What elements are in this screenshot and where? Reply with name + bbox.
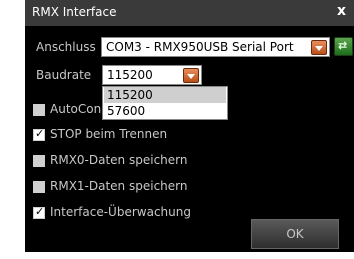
baudrate-dropdown-list: 115200 57600 bbox=[102, 86, 228, 120]
rmx-interface-window: RMX Interface x Anschluss COM3 - RMX950U… bbox=[25, 0, 354, 252]
stop-beim-trennen-checkbox[interactable]: ✓ bbox=[33, 127, 45, 141]
baudrate-option[interactable]: 57600 bbox=[104, 103, 226, 119]
stop-beim-trennen-label: STOP beim Trennen bbox=[50, 127, 168, 141]
rmx1-daten-checkbox[interactable] bbox=[33, 181, 45, 193]
interface-ueberwachung-label: Interface-Überwachung bbox=[50, 205, 191, 219]
checkmark-icon: ✓ bbox=[35, 127, 45, 140]
interface-ueberwachung-checkbox[interactable]: ✓ bbox=[33, 205, 45, 219]
refresh-icon: ⇄ bbox=[338, 39, 348, 52]
baudrate-option[interactable]: 115200 bbox=[104, 87, 226, 103]
anschluss-combobox[interactable]: COM3 - RMX950USB Serial Port bbox=[101, 37, 330, 57]
close-button[interactable]: x bbox=[337, 3, 346, 19]
title-bar[interactable]: RMX Interface x bbox=[25, 0, 354, 26]
anschluss-value: COM3 - RMX950USB Serial Port bbox=[106, 40, 294, 54]
baudrate-label: Baudrate bbox=[36, 68, 92, 82]
chevron-down-icon[interactable] bbox=[183, 68, 199, 83]
autoconnect-checkbox[interactable] bbox=[33, 104, 45, 116]
baudrate-combobox[interactable]: 115200 bbox=[102, 65, 202, 85]
baudrate-value: 115200 bbox=[107, 68, 153, 82]
ok-button[interactable]: OK bbox=[251, 219, 339, 249]
autoconnect-label: AutoConn bbox=[50, 102, 109, 116]
window-title: RMX Interface bbox=[32, 5, 117, 19]
refresh-button[interactable]: ⇄ bbox=[334, 37, 353, 56]
checkmark-icon: ✓ bbox=[35, 205, 45, 218]
rmx1-daten-label: RMX1-Daten speichern bbox=[50, 179, 188, 193]
anschluss-label: Anschluss bbox=[36, 40, 96, 54]
rmx0-daten-checkbox[interactable] bbox=[33, 155, 45, 167]
chevron-down-icon[interactable] bbox=[311, 40, 327, 55]
rmx0-daten-label: RMX0-Daten speichern bbox=[50, 153, 188, 167]
